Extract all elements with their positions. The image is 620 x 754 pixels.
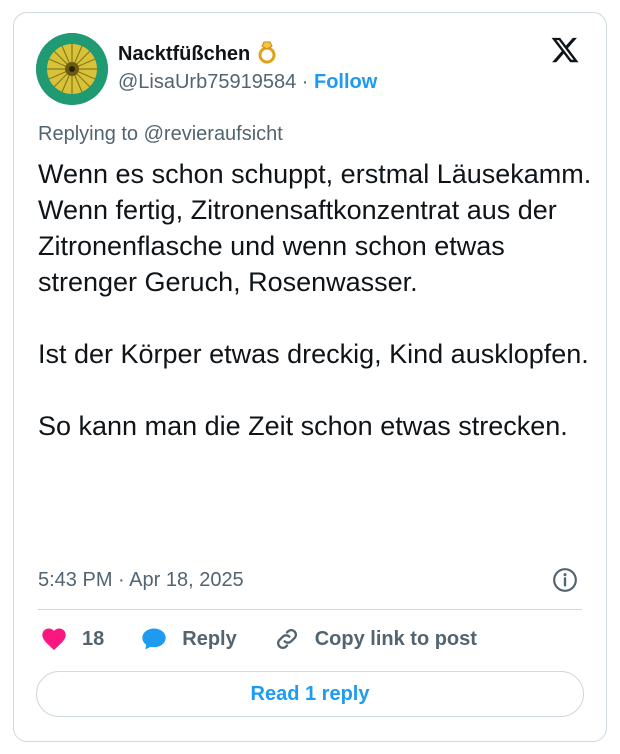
replying-prefix: Replying to (38, 123, 139, 145)
reply-label: Reply (182, 627, 237, 650)
link-icon (273, 625, 301, 653)
tweet-timestamp[interactable]: 5:43 PM · Apr 18, 2025 (38, 569, 244, 592)
tweet-paragraph: So kann man die Zeit schon etwas strecke… (38, 411, 568, 441)
follow-button[interactable]: Follow (314, 71, 377, 93)
avatar[interactable] (36, 33, 108, 105)
action-bar: 18 Reply Copy link to post (40, 625, 513, 653)
replying-mention[interactable]: @revieraufsicht (144, 123, 283, 145)
reply-button[interactable]: Reply (140, 625, 237, 653)
replying-to: Replying to @revieraufsicht (38, 123, 283, 146)
like-count: 18 (82, 627, 105, 650)
divider (38, 609, 582, 610)
author-display-name[interactable]: Nacktfüßchen (118, 43, 250, 66)
tweet-text: Wenn es schon schuppt, erstmal Läusekamm… (38, 156, 598, 444)
read-replies-button[interactable]: Read 1 reply (36, 671, 584, 717)
author-handle-row: @LisaUrb75919584 · Follow (118, 71, 377, 94)
author-handle[interactable]: @LisaUrb75919584 (118, 71, 296, 93)
tweet-paragraph: Wenn es schon schuppt, erstmal Läusekamm… (38, 159, 592, 297)
separator: · (301, 71, 309, 93)
copy-link-label: Copy link to post (314, 627, 477, 650)
speech-bubble-icon (140, 625, 168, 653)
like-button[interactable]: 18 (40, 625, 104, 653)
info-icon[interactable] (552, 567, 578, 593)
x-logo-icon[interactable] (550, 35, 580, 65)
author-name-row: Nacktfüßchen (118, 39, 282, 70)
tweet-card: Nacktfüßchen @LisaUrb75919584 · Follow R… (13, 12, 607, 742)
tweet-paragraph: Ist der Körper etwas dreckig, Kind auskl… (38, 339, 589, 369)
ring-emoji-icon (256, 39, 282, 70)
copy-link-button[interactable]: Copy link to post (273, 625, 477, 653)
heart-icon (40, 625, 68, 653)
